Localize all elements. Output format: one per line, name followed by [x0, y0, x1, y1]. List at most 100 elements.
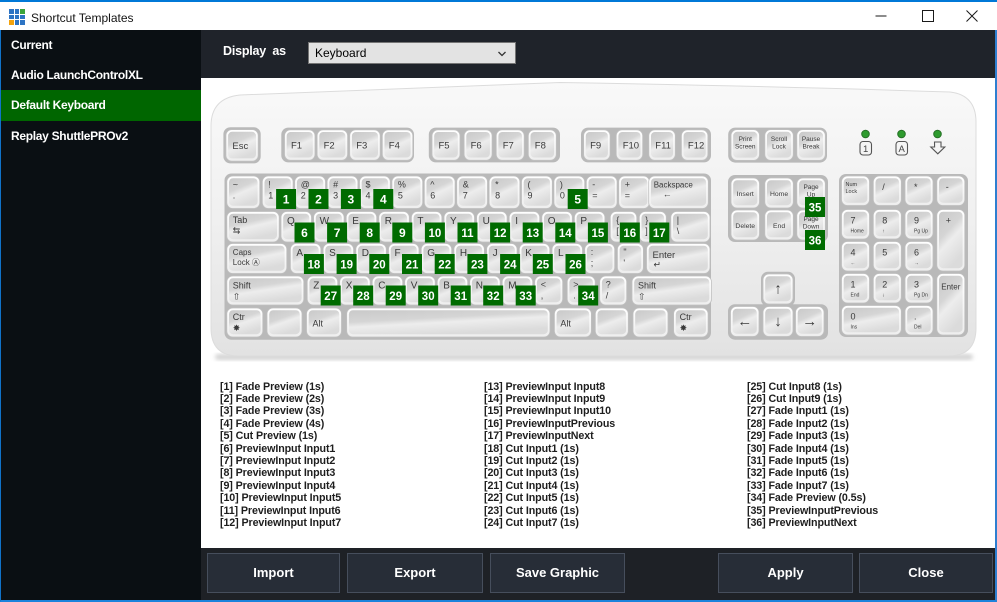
svg-text:Del: Del	[914, 325, 922, 331]
svg-text:+: +	[625, 180, 630, 190]
svg-text:End: End	[851, 293, 860, 299]
svg-text:14: 14	[559, 228, 572, 240]
svg-text:3: 3	[914, 280, 919, 290]
svg-text:Scroll: Scroll	[771, 136, 788, 143]
svg-text:&: &	[463, 180, 469, 190]
svg-text:F5: F5	[439, 141, 450, 152]
svg-text:9: 9	[528, 191, 533, 201]
svg-text:1: 1	[863, 144, 868, 155]
svg-text:F8: F8	[535, 141, 546, 152]
svg-text:3: 3	[333, 191, 338, 201]
svg-text:K: K	[525, 248, 532, 259]
svg-text:↓: ↓	[774, 313, 782, 330]
svg-text:Delete: Delete	[735, 223, 755, 230]
svg-text:P: P	[580, 216, 587, 227]
svg-text:4: 4	[851, 248, 856, 258]
svg-text:26: 26	[569, 260, 582, 272]
svg-text:12: 12	[494, 228, 507, 240]
svg-text:S: S	[329, 248, 336, 259]
svg-text:N: N	[476, 281, 483, 292]
svg-text:8: 8	[495, 191, 500, 201]
svg-text:27: 27	[324, 291, 337, 303]
svg-text:35: 35	[809, 203, 822, 215]
svg-text:.: .	[233, 191, 236, 201]
svg-text:*: *	[914, 182, 918, 192]
svg-text:Pause: Pause	[802, 136, 821, 143]
svg-text:F4: F4	[389, 141, 400, 152]
svg-text:F7: F7	[503, 141, 514, 152]
svg-text:{: {	[616, 215, 619, 225]
svg-text:$: $	[366, 180, 371, 190]
svg-text:=: =	[592, 191, 597, 201]
svg-text:8: 8	[882, 216, 887, 226]
svg-text:5: 5	[398, 191, 403, 201]
svg-text:?: ?	[606, 280, 611, 290]
svg-text:E: E	[352, 216, 359, 227]
svg-text:10: 10	[429, 228, 442, 240]
svg-text:H: H	[460, 248, 467, 259]
svg-text:36: 36	[809, 236, 822, 248]
svg-text:2: 2	[882, 280, 887, 290]
svg-text:Pg Dn: Pg Dn	[914, 293, 928, 299]
svg-text:O: O	[548, 216, 556, 227]
svg-text:D: D	[362, 248, 369, 259]
svg-text:9: 9	[914, 216, 919, 226]
svg-text:Ins: Ins	[851, 325, 858, 331]
svg-text:C: C	[378, 281, 385, 292]
svg-text:V: V	[411, 281, 418, 292]
svg-text:7: 7	[463, 191, 468, 201]
svg-text:0: 0	[851, 312, 856, 322]
svg-text:24: 24	[504, 260, 517, 272]
svg-text:#: #	[333, 180, 338, 190]
svg-text:1: 1	[851, 280, 856, 290]
svg-text:G: G	[427, 248, 435, 259]
svg-text:↑: ↑	[882, 229, 885, 235]
svg-text:⇧: ⇧	[233, 292, 241, 302]
svg-text:11: 11	[461, 228, 474, 240]
svg-text:⇧: ⇧	[638, 292, 646, 302]
svg-text:): )	[560, 180, 563, 190]
svg-text:;: ;	[591, 258, 594, 268]
svg-text:18: 18	[308, 260, 321, 272]
svg-text:0: 0	[560, 191, 565, 201]
svg-text:↓: ↓	[882, 293, 885, 299]
svg-text:Print: Print	[739, 136, 753, 143]
svg-text:Screen: Screen	[735, 144, 756, 151]
svg-text:Insert: Insert	[737, 191, 754, 198]
svg-text:→: →	[802, 313, 817, 330]
svg-text:}: }	[645, 215, 648, 225]
svg-text:F3: F3	[356, 141, 367, 152]
svg-text:17: 17	[653, 228, 666, 240]
svg-text:@: @	[301, 180, 310, 190]
svg-text:F11: F11	[655, 141, 671, 152]
svg-text:31: 31	[454, 291, 467, 303]
svg-text:<: <	[541, 280, 546, 290]
svg-text:.: .	[914, 312, 917, 322]
svg-text:F10: F10	[623, 141, 639, 152]
svg-text:Home: Home	[851, 229, 865, 235]
svg-text:15: 15	[592, 228, 605, 240]
svg-text:M: M	[508, 281, 516, 292]
svg-text:29: 29	[389, 291, 402, 303]
svg-text:F2: F2	[324, 141, 335, 152]
svg-text:*: *	[495, 180, 499, 190]
svg-text:1: 1	[268, 191, 273, 201]
svg-text:T: T	[417, 216, 423, 227]
svg-text:Ctr: Ctr	[680, 312, 692, 322]
svg-text:Q: Q	[287, 216, 295, 227]
svg-text:32: 32	[487, 291, 500, 303]
svg-text:Ctr: Ctr	[233, 312, 245, 322]
svg-text:Lock: Lock	[846, 189, 858, 195]
svg-text:+: +	[946, 216, 951, 226]
svg-text:!: !	[268, 180, 271, 190]
svg-text:Home: Home	[770, 191, 788, 198]
svg-text:Page: Page	[803, 184, 819, 191]
svg-text:30: 30	[422, 291, 435, 303]
svg-text:↑: ↑	[774, 281, 782, 298]
svg-text:-: -	[946, 182, 949, 192]
svg-text:6: 6	[430, 191, 435, 201]
svg-text:R: R	[385, 216, 392, 227]
svg-text:13: 13	[526, 228, 539, 240]
svg-text:22: 22	[438, 260, 451, 272]
svg-text:%: %	[398, 180, 406, 190]
